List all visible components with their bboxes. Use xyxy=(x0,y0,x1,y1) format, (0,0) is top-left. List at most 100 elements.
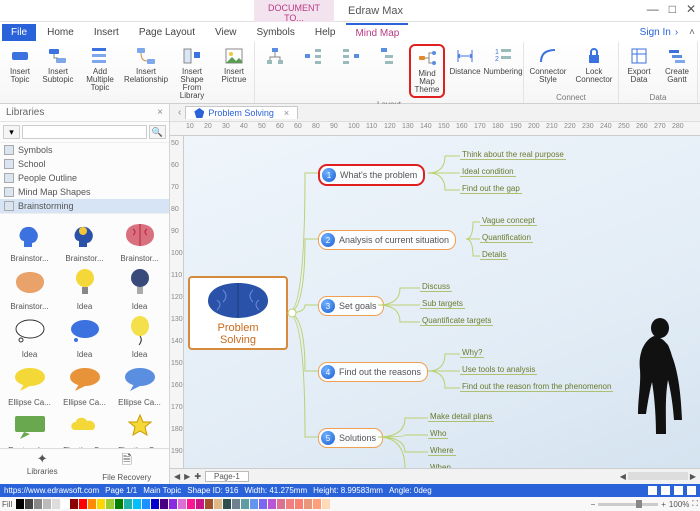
color-swatch[interactable] xyxy=(295,499,303,509)
scroll-left-icon[interactable]: ◀ xyxy=(620,472,626,481)
branch-4[interactable]: 4Find out the reasons xyxy=(318,362,428,382)
insert-shape-from-library-button[interactable]: Insert ShapeFrom Library xyxy=(170,44,214,102)
canvas[interactable]: 5060708090100110120130140150160170180190… xyxy=(170,136,700,468)
leaf-3c[interactable]: Quantificate targets xyxy=(420,316,493,326)
color-swatch[interactable] xyxy=(178,499,186,509)
category-people-outline[interactable]: People Outline xyxy=(0,171,169,185)
branch-1[interactable]: 1What's the problem xyxy=(318,164,425,186)
shape-brainstorm-head-2[interactable]: Brainstor... xyxy=(58,217,111,263)
mind-map-theme-button[interactable]: Mind MapTheme xyxy=(409,44,445,98)
shape-ellipse-callout-1[interactable]: Ellipse Ca... xyxy=(3,361,56,407)
shape-brainstorm-brain-2[interactable]: Brainstor... xyxy=(3,265,56,311)
shape-ellipse-callout-3[interactable]: Ellipse Ca... xyxy=(113,361,166,407)
color-swatch[interactable] xyxy=(313,499,321,509)
library-search-button[interactable]: 🔍 xyxy=(149,125,166,139)
lock-connector-button[interactable]: LockConnector xyxy=(572,44,616,86)
bottom-tab-libraries[interactable]: ✦Libraries xyxy=(0,449,85,484)
category-school[interactable]: School xyxy=(0,157,169,171)
leaf-3b[interactable]: Sub targets xyxy=(420,299,465,309)
leaf-2c[interactable]: Details xyxy=(480,250,508,260)
zoom-in-icon[interactable]: + xyxy=(661,500,666,509)
branch-5[interactable]: 5Solutions xyxy=(318,428,383,448)
color-swatch[interactable] xyxy=(124,499,132,509)
root-node[interactable]: ProblemSolving xyxy=(188,276,288,350)
leaf-3a[interactable]: Discuss xyxy=(420,282,452,292)
add-multiple-topic-button[interactable]: Add MultipleTopic xyxy=(78,44,122,94)
shape-floating-cloud[interactable]: Floating S... xyxy=(58,409,111,448)
library-dropdown-button[interactable]: ▾ xyxy=(3,125,20,139)
zoom-fit-icon[interactable]: ⛶ xyxy=(692,499,698,509)
leaf-4c[interactable]: Find out the reason from the phenomenon xyxy=(460,382,613,392)
color-swatch[interactable] xyxy=(268,499,276,509)
color-swatch[interactable] xyxy=(214,499,222,509)
shape-ellipse-callout-2[interactable]: Ellipse Ca... xyxy=(58,361,111,407)
category-brainstorming[interactable]: Brainstorming xyxy=(0,199,169,213)
shape-brainstorm-head-1[interactable]: Brainstor... xyxy=(3,217,56,263)
color-swatch[interactable] xyxy=(43,499,51,509)
document-tab[interactable]: Problem Solving× xyxy=(185,106,298,119)
leaf-1a[interactable]: Think about the real purpose xyxy=(460,150,566,160)
color-swatch[interactable] xyxy=(187,499,195,509)
shape-floating-star[interactable]: Floating S... xyxy=(113,409,166,448)
tab-symbols[interactable]: Symbols xyxy=(248,24,304,41)
scroll-right-icon[interactable]: ▶ xyxy=(690,472,696,481)
color-swatch[interactable] xyxy=(16,499,24,509)
shape-idea-balloon[interactable]: Idea xyxy=(113,313,166,359)
color-swatch[interactable] xyxy=(322,499,330,509)
leaf-5a[interactable]: Make detail plans xyxy=(428,412,494,422)
page-add-icon[interactable]: ✚ xyxy=(194,472,201,481)
color-swatch[interactable] xyxy=(250,499,258,509)
color-swatch[interactable] xyxy=(259,499,267,509)
color-swatch[interactable] xyxy=(142,499,150,509)
shape-idea-bubble-white[interactable]: Idea xyxy=(3,313,56,359)
connector-style-button[interactable]: ConnectorStyle xyxy=(526,44,570,86)
color-swatch[interactable] xyxy=(169,499,177,509)
color-swatch[interactable] xyxy=(97,499,105,509)
tab-insert[interactable]: Insert xyxy=(85,24,128,41)
color-swatch[interactable] xyxy=(277,499,285,509)
color-swatch[interactable] xyxy=(79,499,87,509)
leaf-1c[interactable]: Find out the gap xyxy=(460,184,522,194)
color-swatch[interactable] xyxy=(133,499,141,509)
color-swatch[interactable] xyxy=(286,499,294,509)
branch-2[interactable]: 2Analysis of current situation xyxy=(318,230,456,250)
color-swatch[interactable] xyxy=(160,499,168,509)
color-swatch[interactable] xyxy=(70,499,78,509)
horizontal-scrollbar[interactable] xyxy=(628,472,688,480)
bottom-tab-file-recovery[interactable]: 🗎File Recovery xyxy=(85,449,170,484)
layout-style-4[interactable] xyxy=(371,44,407,68)
color-swatch[interactable] xyxy=(52,499,60,509)
leaf-5c[interactable]: Where xyxy=(428,446,456,456)
layout-style-2[interactable] xyxy=(295,44,331,68)
view-mode-3[interactable] xyxy=(674,486,683,495)
leaf-4b[interactable]: Use tools to analysis xyxy=(460,365,537,375)
tab-file[interactable]: File xyxy=(2,24,36,41)
leaf-2a[interactable]: Vague concept xyxy=(480,216,537,226)
layout-style-3[interactable] xyxy=(333,44,369,68)
page-next-icon[interactable]: ▶ xyxy=(184,472,190,481)
numbering-button[interactable]: 12Numbering xyxy=(485,44,521,78)
shape-brainstorm-brain[interactable]: Brainstor... xyxy=(113,217,166,263)
shape-idea-bulb-yellow[interactable]: Idea xyxy=(58,265,111,311)
close-panel-icon[interactable]: × xyxy=(157,107,163,118)
category-mind-map-shapes[interactable]: Mind Map Shapes xyxy=(0,185,169,199)
close-document-icon[interactable]: × xyxy=(284,108,289,118)
tab-home[interactable]: Home xyxy=(38,24,83,41)
category-symbols[interactable]: Symbols xyxy=(0,143,169,157)
tab-help[interactable]: Help xyxy=(306,24,345,41)
ribbon-collapse-icon[interactable]: ˄ xyxy=(684,27,700,38)
zoom-out-icon[interactable]: − xyxy=(591,500,596,509)
sign-in-link[interactable]: Sign In xyxy=(640,27,682,38)
close-icon[interactable]: ✕ xyxy=(686,2,696,16)
color-swatch[interactable] xyxy=(34,499,42,509)
leaf-5b[interactable]: Who xyxy=(428,429,448,439)
color-swatch[interactable] xyxy=(304,499,312,509)
color-swatch[interactable] xyxy=(151,499,159,509)
leaf-2b[interactable]: Quantification xyxy=(480,233,533,243)
view-mode-4[interactable] xyxy=(687,486,696,495)
color-swatch[interactable] xyxy=(196,499,204,509)
minimize-icon[interactable]: — xyxy=(647,2,659,16)
page-tab-1[interactable]: Page-1 xyxy=(205,471,249,482)
tabbar-prev-icon[interactable]: ‹ xyxy=(174,107,185,118)
color-swatch[interactable] xyxy=(205,499,213,509)
